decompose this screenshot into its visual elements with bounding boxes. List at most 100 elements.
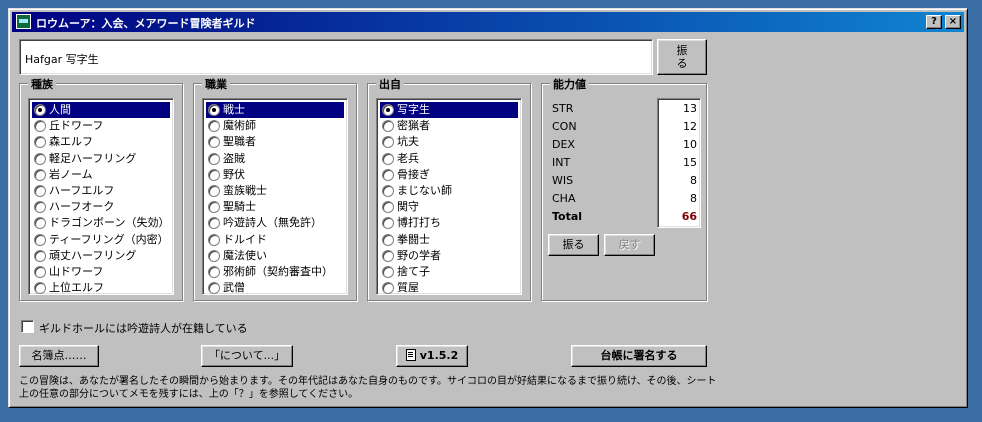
radio-icon[interactable]: [382, 217, 394, 230]
radio-icon[interactable]: [208, 282, 220, 295]
race-option[interactable]: ハーフオーク: [32, 199, 170, 215]
origin-option[interactable]: 密猟者: [380, 118, 518, 134]
radio-icon[interactable]: [382, 120, 394, 133]
race-option[interactable]: ハーフエルフ: [32, 183, 170, 199]
origin-group: 出自 写字生 密猟者 坑夫 老兵 骨接ぎ まじない師 関守 博打打ち 拳闘士 野の学者 捨て子 質屋: [367, 76, 531, 301]
class-option[interactable]: 聖職者: [206, 134, 344, 150]
version-button[interactable]: v1.5.2: [396, 345, 468, 367]
undo-stats-button[interactable]: 戻す: [604, 234, 655, 256]
stat-name: CHA: [552, 192, 576, 205]
class-option[interactable]: 盗賊: [206, 151, 344, 167]
radio-icon[interactable]: [208, 184, 220, 197]
radio-icon[interactable]: [382, 136, 394, 149]
class-option-label: 盗賊: [223, 151, 245, 165]
class-option-label: 聖職者: [223, 135, 256, 149]
class-option-label: 魔術師: [223, 119, 256, 133]
radio-icon[interactable]: [382, 282, 394, 295]
origin-option[interactable]: 質屋: [380, 280, 518, 296]
radio-icon[interactable]: [208, 120, 220, 133]
bard-checkbox[interactable]: [21, 320, 34, 333]
radio-icon[interactable]: [208, 152, 220, 165]
roll-name-button[interactable]: 振 る: [657, 39, 707, 75]
about-button[interactable]: 「について...」: [201, 345, 293, 367]
class-option[interactable]: 蛮族戦士: [206, 183, 344, 199]
race-list[interactable]: 人間 丘ドワーフ 森エルフ 軽足ハーフリング 岩ノーム ハーフエルフ ハーフオーク ドラゴンボ…: [28, 98, 174, 295]
radio-icon[interactable]: [208, 249, 220, 262]
class-option[interactable]: 吟遊詩人（無免許）: [206, 215, 344, 231]
radio-icon[interactable]: [34, 249, 46, 262]
origin-option[interactable]: 捨て子: [380, 264, 518, 280]
class-option[interactable]: 魔術師: [206, 118, 344, 134]
class-option[interactable]: 邪術師（契約審査中）: [206, 264, 344, 280]
sign-ledger-button[interactable]: 台帳に署名する: [571, 345, 707, 367]
radio-icon[interactable]: [34, 217, 46, 230]
origin-option[interactable]: まじない師: [380, 183, 518, 199]
radio-icon[interactable]: [34, 104, 46, 116]
race-option-label: 頑丈ハーフリング: [49, 248, 137, 262]
radio-icon[interactable]: [382, 184, 394, 197]
radio-icon[interactable]: [208, 217, 220, 230]
radio-icon[interactable]: [382, 233, 394, 246]
class-option[interactable]: ドルイド: [206, 232, 344, 248]
radio-icon[interactable]: [208, 136, 220, 149]
radio-icon[interactable]: [208, 168, 220, 181]
origin-option[interactable]: 関守: [380, 199, 518, 215]
race-option[interactable]: 丘ドワーフ: [32, 118, 170, 134]
race-option-label: 上位エルフ: [49, 281, 104, 295]
radio-icon[interactable]: [382, 201, 394, 214]
class-option[interactable]: 野伏: [206, 167, 344, 183]
race-option-label: ドラゴンボーン（失効）: [49, 216, 170, 230]
race-option[interactable]: ドラゴンボーン（失効）: [32, 215, 170, 231]
class-option[interactable]: 魔法使い: [206, 248, 344, 264]
race-option[interactable]: ティーフリング（内密）: [32, 232, 170, 248]
roll-stats-button[interactable]: 振る: [548, 234, 599, 256]
origin-option-label: 坑夫: [397, 135, 419, 149]
origin-option[interactable]: 博打打ち: [380, 215, 518, 231]
origin-option[interactable]: 拳闘士: [380, 232, 518, 248]
race-option[interactable]: 軽足ハーフリング: [32, 151, 170, 167]
radio-icon[interactable]: [34, 282, 46, 295]
origin-option[interactable]: 骨接ぎ: [380, 167, 518, 183]
radio-icon[interactable]: [208, 233, 220, 246]
class-option[interactable]: 聖騎士: [206, 199, 344, 215]
radio-icon[interactable]: [34, 152, 46, 165]
origin-option[interactable]: 野の学者: [380, 248, 518, 264]
class-option-label: 吟遊詩人（無免許）: [223, 216, 322, 230]
radio-icon[interactable]: [34, 120, 46, 133]
radio-icon[interactable]: [34, 168, 46, 181]
radio-icon[interactable]: [382, 152, 394, 165]
race-option[interactable]: 森エルフ: [32, 134, 170, 150]
title-bar[interactable]: ロウムーア：入会、メアワード冒険者ギルド ? ×: [12, 12, 964, 32]
race-option[interactable]: 山ドワーフ: [32, 264, 170, 280]
radio-icon[interactable]: [382, 265, 394, 278]
radio-icon[interactable]: [34, 184, 46, 197]
stats-total-row: Total 66: [552, 208, 702, 226]
radio-icon[interactable]: [208, 201, 220, 214]
origin-option[interactable]: 写字生: [380, 102, 518, 119]
radio-icon[interactable]: [34, 201, 46, 214]
race-option[interactable]: 頑丈ハーフリング: [32, 248, 170, 264]
origin-option[interactable]: 老兵: [380, 151, 518, 167]
race-option[interactable]: 上位エルフ: [32, 280, 170, 296]
help-button[interactable]: ?: [926, 15, 942, 29]
radio-icon[interactable]: [34, 265, 46, 278]
race-option[interactable]: 人間: [32, 102, 170, 119]
close-button[interactable]: ×: [945, 15, 961, 29]
radio-icon[interactable]: [208, 104, 220, 116]
radio-icon[interactable]: [382, 168, 394, 181]
class-option[interactable]: 戦士: [206, 102, 344, 119]
radio-icon[interactable]: [34, 233, 46, 246]
radio-icon[interactable]: [382, 249, 394, 262]
class-group: 職業 戦士 魔術師 聖職者 盗賊 野伏 蛮族戦士 聖騎士 吟遊詩人（無免許） ドルイド 魔法使い邪…: [193, 76, 357, 301]
class-list[interactable]: 戦士 魔術師聖職者盗賊野伏 蛮族戦士 聖騎士 吟遊詩人（無免許） ドルイド 魔法使い 邪術師（…: [202, 98, 348, 295]
origin-list[interactable]: 写字生 密猟者 坑夫老兵 骨接ぎ まじない師関守 博打打ち 拳闘士 野の学者 捨て子 質屋: [376, 98, 522, 295]
character-name-field[interactable]: Hafgar 写字生: [19, 39, 653, 75]
radio-icon[interactable]: [208, 265, 220, 278]
class-option[interactable]: 武僧: [206, 280, 344, 296]
race-option[interactable]: 岩ノーム: [32, 167, 170, 183]
origin-option-label: まじない師: [397, 183, 452, 197]
radio-icon[interactable]: [382, 104, 394, 116]
radio-icon[interactable]: [34, 136, 46, 149]
roll-of-names-button[interactable]: 名簿点……: [19, 345, 99, 367]
origin-option[interactable]: 坑夫: [380, 134, 518, 150]
